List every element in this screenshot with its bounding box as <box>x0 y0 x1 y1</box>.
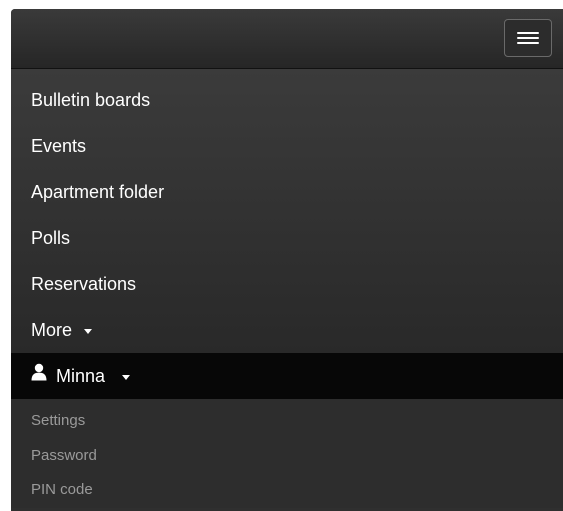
nav-item-label: Apartment folder <box>31 182 165 202</box>
nav-item-label: Polls <box>31 228 71 248</box>
nav-item-label: Reservations <box>31 274 137 294</box>
dropdown-item-label: Settings <box>31 412 86 429</box>
nav-item-label: Bulletin boards <box>31 90 151 110</box>
navbar-header <box>11 9 563 69</box>
nav-item-label: Events <box>31 136 87 156</box>
nav-item-bulletin-boards[interactable]: Bulletin boards <box>11 77 563 123</box>
nav-item-apartment-folder[interactable]: Apartment folder <box>11 169 563 215</box>
mobile-navbar: Bulletin boards Events Apartment folder … <box>11 9 563 511</box>
dropdown-item-password[interactable]: Password <box>11 439 563 474</box>
dropdown-item-label: Password <box>31 446 97 464</box>
user-menu-toggle[interactable]: Minna <box>11 353 563 399</box>
caret-down-icon <box>84 328 93 334</box>
user-dropdown-menu: Settings Password PIN code <box>11 399 563 508</box>
nav-item-label: More <box>31 320 73 340</box>
nav-item-more-dropdown[interactable]: More <box>11 307 563 353</box>
nav-menu: Bulletin boards Events Apartment folder … <box>11 69 563 353</box>
nav-item-polls[interactable]: Polls <box>11 215 563 261</box>
user-icon <box>31 352 47 398</box>
dropdown-item-pin-code[interactable]: PIN code <box>11 473 563 508</box>
nav-item-reservations[interactable]: Reservations <box>11 261 563 307</box>
caret-down-icon <box>122 374 131 380</box>
navbar-toggle-button[interactable] <box>504 19 552 57</box>
dropdown-item-label: PIN code <box>31 481 93 498</box>
nav-item-events[interactable]: Events <box>11 123 563 169</box>
dropdown-item-settings[interactable]: Settings <box>11 404 563 439</box>
user-name: Minna <box>56 366 106 386</box>
